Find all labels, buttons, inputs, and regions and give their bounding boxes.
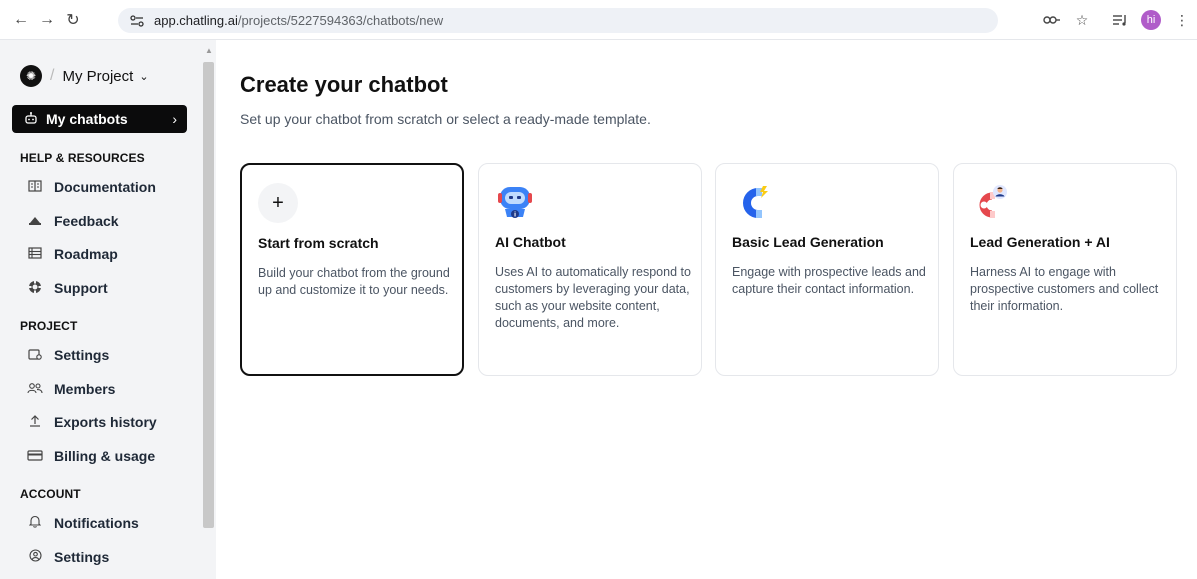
lifebuoy-icon: [26, 280, 44, 297]
sidebar-item-label: Documentation: [54, 179, 156, 195]
sidebar-item-label: Members: [54, 381, 116, 397]
kebab-menu-icon[interactable]: ⋮: [1167, 5, 1197, 35]
project-logo-icon: ✺: [20, 65, 42, 87]
page-title: Create your chatbot: [240, 72, 448, 97]
url-text: app.chatling.ai/projects/5227594363/chat…: [154, 13, 444, 28]
sidebar-item-roadmap[interactable]: Roadmap: [26, 244, 118, 264]
sidebar-item-label: Settings: [54, 347, 110, 363]
card-title: Basic Lead Generation: [732, 234, 884, 250]
card-title: AI Chatbot: [495, 234, 566, 250]
svg-text:i: i: [514, 212, 516, 219]
template-card-ai-chatbot[interactable]: i AI Chatbot Uses AI to automatically re…: [478, 163, 702, 376]
reload-icon[interactable]: ↻: [60, 7, 86, 33]
sidebar-item-support[interactable]: Support: [26, 278, 108, 298]
project-heading: PROJECT: [20, 319, 78, 333]
account-heading: ACCOUNT: [20, 487, 81, 501]
forward-arrow-icon[interactable]: →: [34, 7, 60, 33]
reading-list-icon[interactable]: [1105, 5, 1135, 35]
sidebar-item-documentation[interactable]: Documentation: [26, 177, 156, 197]
address-bar[interactable]: app.chatling.ai/projects/5227594363/chat…: [118, 8, 998, 33]
card-description: Uses AI to automatically respond to cust…: [495, 265, 691, 330]
browser-toolbar: ← → ↻ app.chatling.ai/projects/522759436…: [0, 0, 1197, 40]
my-chatbots-label: My chatbots: [46, 111, 128, 127]
card-title: Start from scratch: [258, 235, 379, 251]
sidebar-item-members[interactable]: Members: [26, 379, 115, 399]
sidebar-scrollbar[interactable]: ▲: [201, 46, 216, 528]
list-icon: [26, 246, 44, 262]
site-info-icon[interactable]: [126, 12, 148, 30]
sidebar-item-notifications[interactable]: Notifications: [26, 513, 139, 533]
card-description: Build your chatbot from the ground up an…: [258, 266, 450, 297]
plus-icon: +: [258, 183, 298, 223]
project-switcher[interactable]: ✺ / My Project ⌄: [20, 64, 149, 88]
card-title: Lead Generation + AI: [970, 234, 1110, 250]
sidebar-item-label: Exports history: [54, 414, 157, 430]
scrollbar-thumb[interactable]: [203, 62, 214, 528]
page-subtitle: Set up your chatbot from scratch or sele…: [240, 111, 651, 127]
chatbot-icon: [24, 111, 38, 128]
back-arrow-icon[interactable]: ←: [8, 7, 34, 33]
profile-avatar[interactable]: hi: [1141, 10, 1161, 30]
sidebar-item-label: Billing & usage: [54, 448, 156, 464]
settings-icon: [26, 348, 44, 363]
upload-icon: [26, 414, 44, 430]
sidebar-item-label: Notifications: [54, 515, 139, 531]
chevron-down-icon: ⌄: [139, 70, 149, 83]
project-name: My Project: [62, 67, 134, 85]
my-chatbots-button[interactable]: My chatbots ›: [12, 105, 187, 133]
chevron-right-icon: ›: [172, 111, 177, 127]
sidebar-item-label: Settings: [54, 549, 110, 565]
bell-icon: [26, 515, 44, 531]
user-settings-icon: [26, 549, 44, 565]
sidebar-item-account-settings[interactable]: Settings: [26, 547, 109, 567]
sidebar-item-billing-usage[interactable]: Billing & usage: [26, 446, 155, 466]
members-icon: [26, 382, 44, 397]
sidebar-item-feedback[interactable]: Feedback: [26, 211, 119, 231]
template-card-basic-lead-generation[interactable]: Basic Lead Generation Engage with prospe…: [715, 163, 939, 376]
card-description: Harness AI to engage with prospective cu…: [970, 265, 1159, 313]
sidebar-item-label: Feedback: [54, 213, 119, 229]
robot-icon: i: [495, 182, 535, 222]
template-card-lead-generation-ai[interactable]: Lead Generation + AI Harness AI to engag…: [953, 163, 1177, 376]
book-icon: [26, 179, 44, 195]
card-icon: [26, 449, 44, 464]
sidebar-item-label: Roadmap: [54, 246, 118, 262]
sidebar-item-label: Support: [54, 280, 108, 296]
sidebar-item-exports-history[interactable]: Exports history: [26, 412, 157, 432]
magnet-person-icon: [970, 182, 1010, 222]
template-card-scratch[interactable]: + Start from scratch Build your chatbot …: [240, 163, 464, 376]
bookmark-star-icon[interactable]: ☆: [1067, 5, 1097, 35]
help-resources-heading: HELP & RESOURCES: [20, 151, 145, 165]
magnet-icon: [732, 182, 772, 222]
card-description: Engage with prospective leads and captur…: [732, 265, 926, 296]
megaphone-icon: [26, 214, 44, 229]
breadcrumb-separator: /: [50, 67, 55, 84]
sidebar-item-project-settings[interactable]: Settings: [26, 345, 109, 365]
key-icon[interactable]: [1037, 5, 1067, 35]
scroll-up-arrow-icon[interactable]: ▲: [205, 46, 213, 55]
